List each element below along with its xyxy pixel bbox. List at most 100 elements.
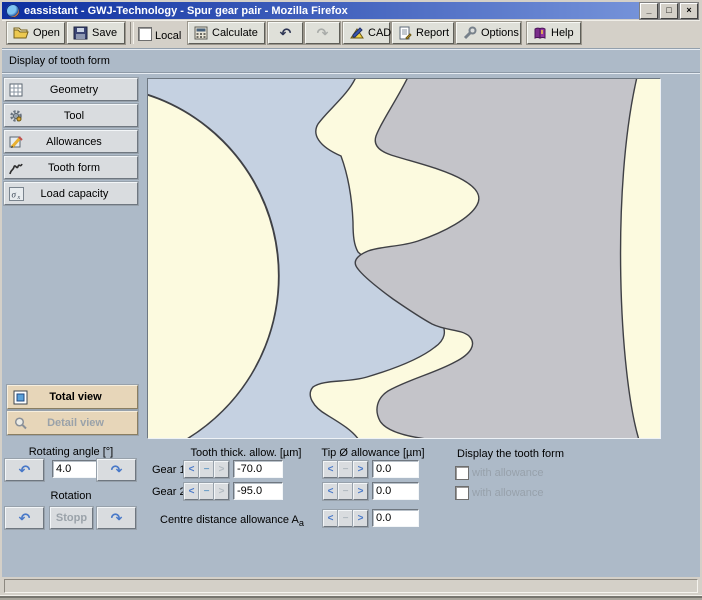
tooth-gear2-reset-button[interactable]: − — [199, 483, 214, 500]
calculate-label: Calculate — [212, 27, 258, 39]
tooth-thickness-header: Tooth thick. allow. [µm] — [183, 447, 309, 459]
total-view-label: Total view — [28, 391, 137, 403]
redo-icon: ↷ — [317, 25, 329, 42]
tooth-gear1-decrement-button[interactable]: < — [184, 461, 199, 478]
display-tooth-form-header: Display the tooth form — [457, 448, 564, 460]
tip-gear1-increment-button[interactable]: > — [353, 461, 368, 478]
calculate-button[interactable]: Calculate — [188, 22, 265, 44]
load-capacity-sigma-icon: σx — [9, 187, 24, 201]
cad-drawing-icon — [349, 26, 364, 40]
total-view-button[interactable]: Total view — [7, 385, 138, 409]
centre-distance-label: Centre distance allowance Aa — [160, 514, 304, 528]
redo-button[interactable]: ↷ — [305, 22, 340, 44]
help-book-icon — [533, 26, 547, 40]
tooth-gear2-increment-button[interactable]: > — [214, 483, 229, 500]
rotation-ccw-button[interactable]: ↶ — [5, 507, 44, 529]
sidebar-item-load-capacity[interactable]: σx Load capacity — [4, 182, 138, 205]
tooth-gear1-reset-button[interactable]: − — [199, 461, 214, 478]
with-allowance-checkbox-1[interactable] — [455, 466, 469, 480]
gear-mesh-drawing — [148, 79, 660, 438]
rotation-cw-button[interactable]: ↷ — [97, 507, 136, 529]
minimize-button[interactable]: _ — [640, 3, 658, 19]
rotate-cw-button[interactable]: ↷ — [97, 459, 136, 481]
tooth-gear1-increment-button[interactable]: > — [214, 461, 229, 478]
centre-increment-button[interactable]: > — [353, 510, 368, 527]
tip-gear1-decrement-button[interactable]: < — [323, 461, 338, 478]
status-field — [4, 579, 698, 593]
report-document-icon — [398, 26, 412, 40]
undo-icon: ↶ — [280, 25, 292, 42]
report-button[interactable]: Report — [392, 22, 454, 44]
with-allowance-checkbox-2[interactable] — [455, 486, 469, 500]
open-button[interactable]: Open — [7, 22, 65, 44]
tooth-gear2-input[interactable] — [233, 482, 283, 500]
centre-distance-subscript: a — [299, 518, 304, 528]
window-bottom-edge — [0, 595, 702, 600]
page-title: Display of tooth form — [2, 49, 700, 73]
rotate-ccw-button[interactable]: ↶ — [5, 459, 44, 481]
sidebar-item-tool[interactable]: Tool — [4, 104, 138, 127]
centre-decrement-button[interactable]: < — [323, 510, 338, 527]
chevron-right-icon: > — [358, 464, 364, 475]
detail-view-button[interactable]: Detail view — [7, 411, 138, 435]
maximize-button[interactable]: □ — [660, 3, 678, 19]
tip-gear2-increment-button[interactable]: > — [353, 483, 368, 500]
with-allowance-label-1: with allowance — [472, 467, 544, 479]
window-title: eassistant - GWJ-Technology - Spur gear … — [24, 5, 348, 17]
help-label: Help — [551, 27, 574, 39]
tooth-form-canvas[interactable] — [147, 78, 661, 439]
rotate-ccw-icon: ↶ — [19, 462, 31, 479]
minus-icon: − — [343, 513, 349, 524]
rotation-ccw-icon: ↶ — [19, 510, 31, 527]
sidebar-item-tooth-form[interactable]: Tooth form — [4, 156, 138, 179]
status-bar — [2, 577, 700, 595]
chevron-right-icon: > — [219, 486, 225, 497]
sidebar-label-allowances: Allowances — [23, 136, 137, 148]
open-label: Open — [33, 27, 60, 39]
centre-reset-button[interactable]: − — [338, 510, 353, 527]
centre-distance-input[interactable] — [372, 509, 419, 527]
tip-gear2-reset-button[interactable]: − — [338, 483, 353, 500]
chevron-left-icon: < — [189, 464, 195, 475]
tip-gear2-input[interactable] — [372, 482, 419, 500]
total-view-icon — [13, 390, 28, 405]
firefox-icon — [6, 4, 20, 18]
allowances-pencil-icon — [9, 135, 23, 149]
save-button[interactable]: Save — [67, 22, 125, 44]
tip-gear2-decrement-button[interactable]: < — [323, 483, 338, 500]
tip-gear1-input[interactable] — [372, 460, 419, 478]
toolbar-separator — [130, 22, 134, 44]
svg-text:σ: σ — [12, 189, 17, 199]
chevron-right-icon: > — [358, 513, 364, 524]
cad-button[interactable]: CAD — [343, 22, 390, 44]
tip-gear1-reset-button[interactable]: − — [338, 461, 353, 478]
sidebar-label-tool: Tool — [23, 110, 137, 122]
gear2-label: Gear 2 — [152, 486, 186, 498]
tooth-gear1-input[interactable] — [233, 460, 283, 478]
chevron-left-icon: < — [328, 486, 334, 497]
sidebar-label-tooth-form: Tooth form — [23, 162, 137, 174]
rotation-section-label: Rotation — [10, 490, 132, 502]
options-button[interactable]: Options — [456, 22, 521, 44]
rotating-angle-input[interactable] — [52, 460, 98, 478]
chevron-right-icon: > — [219, 464, 225, 475]
rotation-stop-label: Stopp — [56, 512, 87, 524]
help-button[interactable]: Help — [527, 22, 581, 44]
rotating-angle-label: Rotating angle [°] — [10, 446, 132, 458]
sidebar-item-allowances[interactable]: Allowances — [4, 130, 138, 153]
calculator-icon — [194, 26, 208, 40]
local-checkbox[interactable] — [138, 27, 152, 41]
tooth-gear2-decrement-button[interactable]: < — [184, 483, 199, 500]
rotation-stop-button[interactable]: Stopp — [50, 507, 93, 529]
sidebar-label-geometry: Geometry — [23, 84, 137, 96]
window-controls: _ □ × — [640, 3, 698, 19]
close-button[interactable]: × — [680, 3, 698, 19]
chevron-right-icon: > — [358, 486, 364, 497]
open-folder-icon — [13, 26, 29, 40]
title-bar: eassistant - GWJ-Technology - Spur gear … — [2, 2, 698, 19]
report-label: Report — [416, 27, 449, 39]
detail-view-label: Detail view — [28, 417, 137, 429]
sidebar-item-geometry[interactable]: Geometry — [4, 78, 138, 101]
local-label: Local — [155, 30, 181, 42]
undo-button[interactable]: ↶ — [268, 22, 303, 44]
